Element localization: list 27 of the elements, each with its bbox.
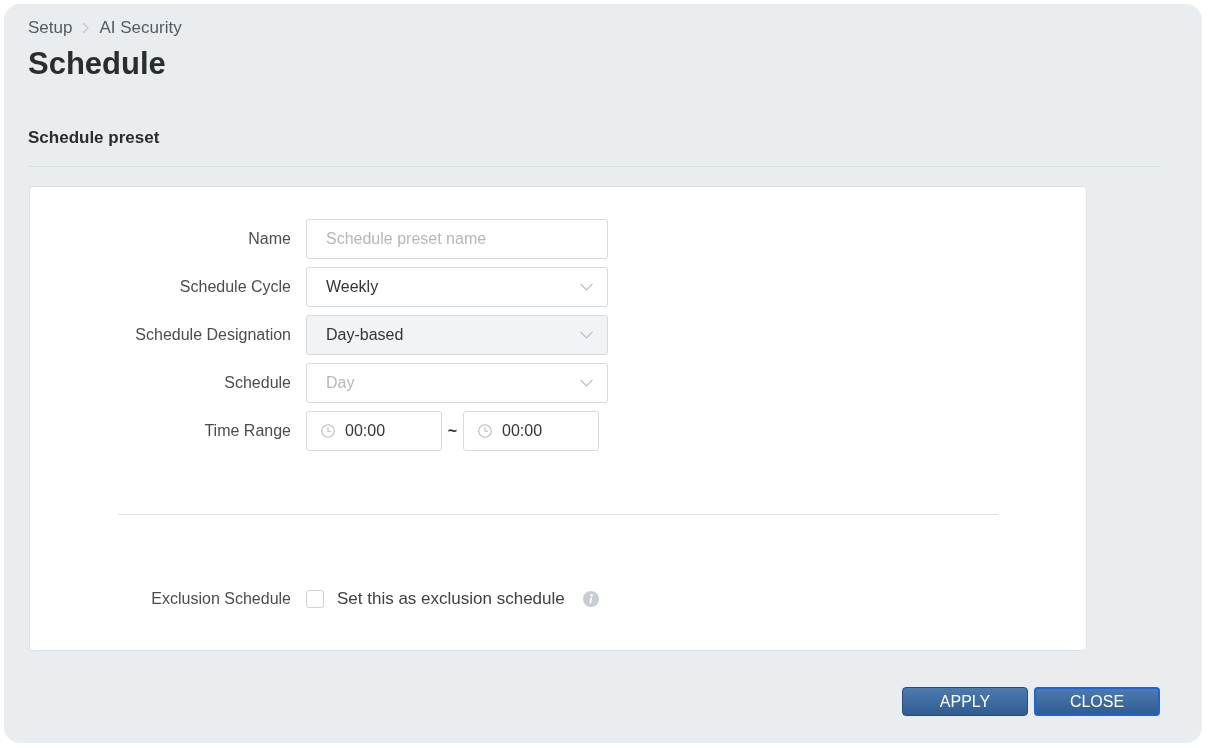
clock-icon xyxy=(478,424,492,438)
chevron-down-icon xyxy=(580,283,593,291)
breadcrumb-item: AI Security xyxy=(99,17,182,39)
chevron-down-icon xyxy=(580,331,593,339)
clock-icon xyxy=(321,424,335,438)
start-time-input[interactable]: 00:00 xyxy=(306,411,442,451)
field-label: Exclusion Schedule xyxy=(151,589,291,609)
chevron-right-icon xyxy=(82,22,90,34)
chevron-down-icon xyxy=(580,379,593,387)
section-title: Schedule preset xyxy=(28,127,160,149)
field-label: Schedule Designation xyxy=(135,325,291,345)
apply-button[interactable]: APPLY xyxy=(902,687,1028,716)
field-label: Schedule xyxy=(224,373,291,393)
select-dropdown[interactable]: Day-based xyxy=(306,315,608,355)
checkbox-label: Set this as exclusion schedule xyxy=(337,589,565,609)
info-icon[interactable] xyxy=(582,591,599,607)
field-label: Time Range xyxy=(204,421,291,441)
close-button[interactable]: CLOSE xyxy=(1034,687,1160,716)
name-input[interactable]: Schedule preset name xyxy=(306,219,608,259)
end-time-input[interactable]: 00:00 xyxy=(463,411,599,451)
field-label: Name xyxy=(248,229,291,249)
range-separator: ~ xyxy=(446,422,459,440)
breadcrumb-item[interactable]: Setup xyxy=(28,17,73,39)
select-dropdown[interactable]: Weekly xyxy=(306,267,608,307)
checkbox[interactable] xyxy=(306,590,324,608)
page-title: Schedule xyxy=(28,46,166,82)
field-label: Schedule Cycle xyxy=(179,277,291,297)
